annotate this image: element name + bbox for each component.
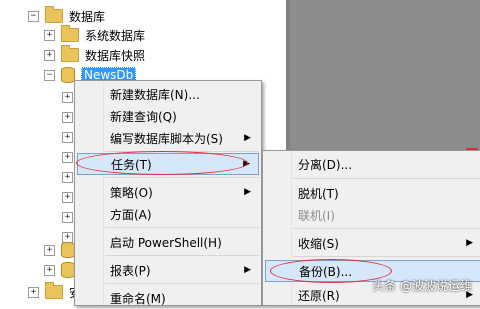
menu-item-label: 启动 PowerShell(H) bbox=[110, 235, 222, 250]
folder-icon bbox=[45, 6, 63, 23]
watermark-text: 头条 @波波说运维 bbox=[372, 279, 472, 293]
menu-item-label: 编写数据库脚本为(S) bbox=[110, 131, 223, 146]
menu-item-label: 报表(P) bbox=[110, 263, 151, 278]
expand-icon[interactable]: + bbox=[62, 111, 73, 123]
collapse-icon[interactable]: − bbox=[44, 69, 55, 81]
menu-separator bbox=[105, 227, 259, 228]
expand-icon[interactable]: + bbox=[62, 191, 73, 203]
tree-node-databases[interactable]: − 数据库 bbox=[28, 6, 105, 26]
expand-icon[interactable]: + bbox=[28, 286, 39, 298]
database-icon bbox=[61, 262, 75, 278]
expand-icon[interactable]: + bbox=[62, 171, 73, 183]
expand-icon[interactable]: + bbox=[62, 211, 73, 223]
menu-item-label: 策略(O) bbox=[110, 185, 153, 200]
folder-icon bbox=[45, 282, 63, 299]
menu-item-label: 新建数据库(N)... bbox=[110, 87, 200, 102]
tree-node-label: 系统数据库 bbox=[85, 28, 146, 43]
submenu-arrow-icon: ▶ bbox=[244, 133, 251, 143]
menu-item-start-powershell[interactable]: 启动 PowerShell(H) bbox=[77, 231, 259, 253]
expand-icon[interactable]: + bbox=[44, 244, 55, 256]
menu-separator bbox=[293, 256, 480, 257]
expand-icon[interactable]: + bbox=[44, 29, 55, 41]
expand-icon[interactable]: + bbox=[62, 131, 73, 143]
menu-separator bbox=[105, 255, 259, 256]
expand-icon[interactable]: + bbox=[62, 91, 73, 103]
menu-item-label: 还原(R) bbox=[298, 288, 340, 303]
menu-item-policies[interactable]: 策略(O) ▶ bbox=[77, 181, 259, 203]
collapse-icon[interactable]: − bbox=[28, 10, 39, 22]
menu-item-label: 收缩(S) bbox=[298, 236, 339, 251]
menu-item-reports[interactable]: 报表(P) ▶ bbox=[77, 259, 259, 281]
menu-item-shrink[interactable]: 收缩(S) ▶ bbox=[265, 232, 480, 254]
menu-separator bbox=[105, 177, 259, 178]
menu-item-label: 方面(A) bbox=[110, 207, 152, 222]
submenu-arrow-icon: ▶ bbox=[244, 187, 251, 197]
database-context-menu: 新建数据库(N)... 新建查询(Q) 编写数据库脚本为(S) ▶ 任务(T) ▶ … bbox=[74, 80, 262, 306]
tree-node-label: 数据库 bbox=[69, 9, 106, 24]
menu-item-new-database[interactable]: 新建数据库(N)... bbox=[77, 83, 259, 105]
expand-icon[interactable]: + bbox=[44, 49, 55, 61]
menu-separator bbox=[105, 283, 259, 284]
menu-item-label: 重命名(M) bbox=[110, 291, 166, 306]
tree-node-system-databases[interactable]: + 系统数据库 bbox=[44, 25, 145, 45]
menu-item-rename[interactable]: 重命名(M) bbox=[77, 287, 259, 309]
menu-separator bbox=[293, 178, 480, 179]
menu-item-detach[interactable]: 分离(D)... bbox=[265, 153, 480, 175]
menu-item-script-database[interactable]: 编写数据库脚本为(S) ▶ bbox=[77, 127, 259, 149]
submenu-arrow-icon: ▶ bbox=[466, 238, 473, 248]
menu-item-label: 新建查询(Q) bbox=[110, 109, 177, 124]
folder-icon bbox=[61, 25, 79, 42]
menu-item-bring-online: 联机(I) bbox=[265, 204, 480, 226]
menu-item-label: 脱机(T) bbox=[298, 186, 339, 201]
expand-icon[interactable]: + bbox=[44, 264, 55, 276]
tree-node-label: 数据库快照 bbox=[85, 48, 146, 63]
menu-item-label: 联机(I) bbox=[298, 208, 335, 223]
menu-item-take-offline[interactable]: 脱机(T) bbox=[265, 182, 480, 204]
database-icon bbox=[61, 67, 75, 83]
submenu-arrow-icon: ▶ bbox=[244, 265, 251, 275]
menu-item-label: 分离(D)... bbox=[298, 157, 353, 172]
folder-icon bbox=[61, 45, 79, 62]
tree-node-database-snapshots[interactable]: + 数据库快照 bbox=[44, 45, 145, 65]
annotation-oval-tasks bbox=[76, 151, 248, 175]
database-icon bbox=[61, 242, 75, 258]
menu-item-new-query[interactable]: 新建查询(Q) bbox=[77, 105, 259, 127]
menu-item-facets[interactable]: 方面(A) bbox=[77, 203, 259, 225]
expand-icon[interactable]: + bbox=[62, 151, 73, 163]
menu-separator bbox=[293, 228, 480, 229]
